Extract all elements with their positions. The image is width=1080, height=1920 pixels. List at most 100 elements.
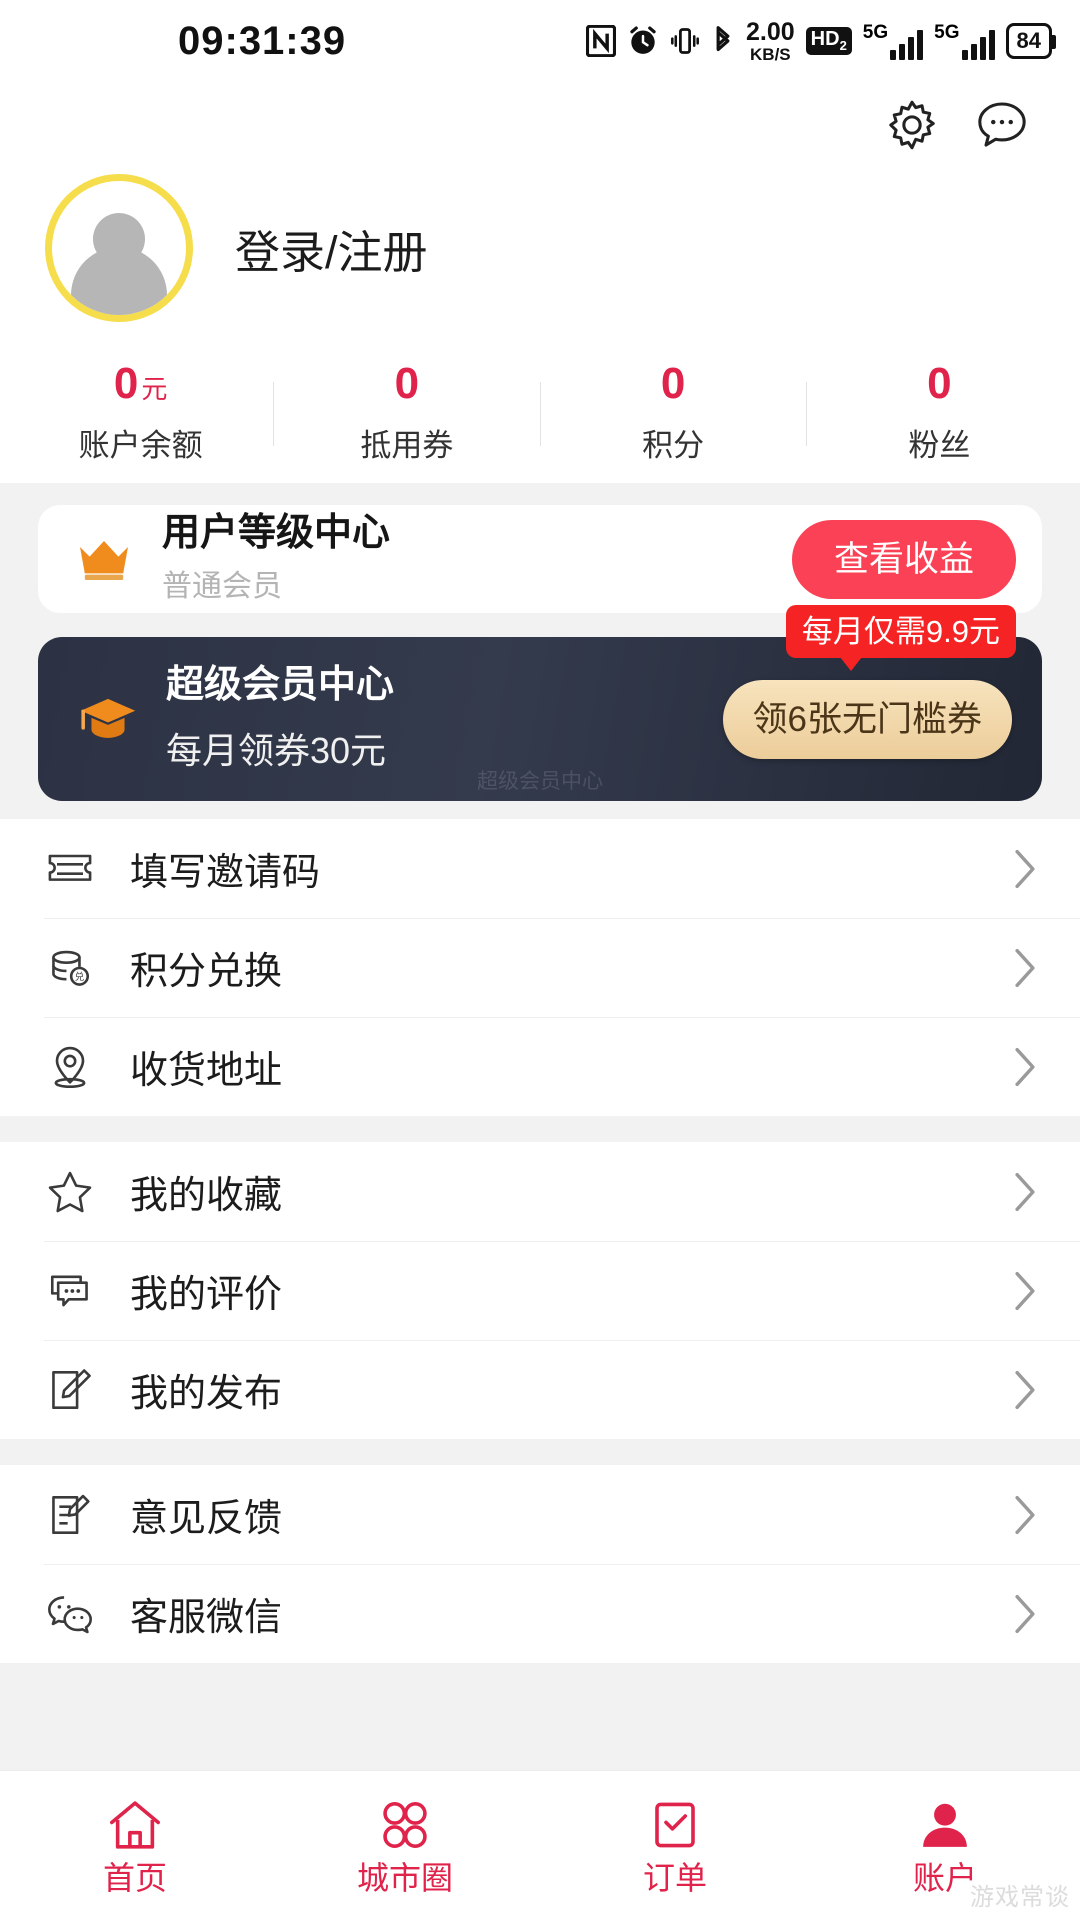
tab-city-circle-label: 城市圈 <box>356 1859 453 1896</box>
user-level-card[interactable]: 用户等级中心 普通会员 查看收益 <box>38 505 1042 613</box>
graduation-cap-icon <box>76 693 140 745</box>
bluetooth-icon <box>711 24 735 58</box>
login-register-link[interactable]: 登录/注册 <box>235 216 428 281</box>
menu-item-label: 我的发布 <box>130 1373 283 1415</box>
wechat-icon <box>44 1588 96 1640</box>
menu-item-my-favorites[interactable]: 我的收藏 <box>0 1142 1080 1241</box>
menu-item-feedback[interactable]: 意见反馈 <box>0 1465 1080 1564</box>
tab-home-label: 首页 <box>102 1859 167 1896</box>
status-bar: 09:31:39 2.00 KB/S HD2 5G 5G 84 <box>0 0 1080 82</box>
tab-orders[interactable]: 订单 <box>540 1798 810 1894</box>
bottom-tab-bar: 首页 城市圈 订单 账户 游戏常谈 <box>0 1770 1080 1920</box>
menu-item-my-reviews[interactable]: 我的评价 <box>0 1241 1080 1340</box>
stat-fans[interactable]: 0 粉丝 <box>807 362 1072 465</box>
claim-coupons-button[interactable]: 领6张无门槛券 <box>722 679 1012 759</box>
menu-item-label: 填写邀请码 <box>130 852 321 894</box>
feedback-icon <box>44 1489 96 1541</box>
signal-bars-1 <box>890 29 924 60</box>
stat-points[interactable]: 0 积分 <box>541 362 806 465</box>
battery-icon: 84 <box>1005 23 1057 59</box>
stat-fans-value: 0 <box>927 359 952 408</box>
menu-item-wechat-support[interactable]: 客服微信 <box>0 1564 1080 1663</box>
menu-item-label: 客服微信 <box>130 1597 283 1639</box>
menu-group-1: 填写邀请码 兑 积分兑换 收货地址 <box>0 819 1080 1116</box>
stat-coupon[interactable]: 0 抵用券 <box>274 362 539 465</box>
network-speed-unit: KB/S <box>750 44 791 64</box>
edit-note-icon <box>44 1364 96 1416</box>
menu-item-label: 我的评价 <box>130 1274 283 1316</box>
stats-row: 0 元 账户余额 0 抵用券 0 积分 0 粉丝 <box>0 362 1080 465</box>
chevron-right-icon <box>1012 1493 1038 1537</box>
order-icon <box>646 1798 704 1852</box>
super-vip-subtitle: 每月领券30元 <box>166 729 387 771</box>
stat-balance-value: 0 元 <box>113 359 168 408</box>
chat-bubble-icon[interactable] <box>974 97 1030 153</box>
profile-panel: 登录/注册 0 元 账户余额 0 抵用券 0 积分 0 粉丝 <box>0 82 1080 483</box>
location-pin-icon <box>44 1041 96 1093</box>
super-vip-text: 超级会员中心 每月领券30元 <box>166 664 723 774</box>
menu-item-shipping-address[interactable]: 收货地址 <box>0 1017 1080 1116</box>
menu-item-my-posts[interactable]: 我的发布 <box>0 1340 1080 1439</box>
chevron-right-icon <box>1012 1592 1038 1636</box>
menu-group-2: 我的收藏 我的评价 我的发布 <box>0 1142 1080 1439</box>
menu-item-label: 积分兑换 <box>130 951 283 993</box>
stat-points-value: 0 <box>660 359 686 408</box>
home-icon <box>106 1798 164 1852</box>
signal-bars-2 <box>961 29 995 60</box>
menu-group-3: 意见反馈 客服微信 <box>0 1465 1080 1663</box>
tab-orders-label: 订单 <box>642 1859 707 1896</box>
chevron-right-icon <box>1012 1170 1038 1214</box>
star-icon <box>44 1166 96 1218</box>
network-speed-indicator: 2.00 KB/S <box>746 17 795 64</box>
cards-zone: 用户等级中心 普通会员 查看收益 超级会员中心 每月领券30元 领6张无门槛券 … <box>0 483 1080 819</box>
stat-balance[interactable]: 0 元 账户余额 <box>8 362 273 465</box>
alarm-icon <box>627 25 659 57</box>
account-icon <box>916 1798 974 1852</box>
user-level-subtitle: 普通会员 <box>162 569 282 603</box>
stat-coupon-label: 抵用券 <box>360 428 454 463</box>
menu-item-points-exchange[interactable]: 兑 积分兑换 <box>0 918 1080 1017</box>
tab-home[interactable]: 首页 <box>0 1798 270 1894</box>
signal-5g-icon-2: 5G <box>934 21 995 60</box>
crown-icon <box>74 535 134 583</box>
nfc-icon <box>586 25 616 57</box>
status-time: 09:31:39 <box>178 18 347 63</box>
comment-icon <box>44 1265 96 1317</box>
menu-group-divider <box>0 1439 1080 1465</box>
view-income-button[interactable]: 查看收益 <box>791 519 1016 599</box>
svg-text:兑: 兑 <box>75 970 85 982</box>
user-level-text: 用户等级中心 普通会员 <box>162 512 792 605</box>
chevron-right-icon <box>1012 847 1038 891</box>
profile-row[interactable]: 登录/注册 <box>0 156 1080 322</box>
status-icons: 2.00 KB/S HD2 5G 5G 84 <box>586 0 1057 82</box>
hd-voice-icon: HD2 <box>805 27 852 55</box>
tab-city-circle[interactable]: 城市圈 <box>270 1798 540 1894</box>
coin-stack-icon: 兑 <box>44 942 96 994</box>
menu-item-label: 意见反馈 <box>130 1498 283 1540</box>
super-vip-title: 超级会员中心 <box>166 664 395 707</box>
chevron-right-icon <box>1012 1045 1038 1089</box>
circles-icon <box>376 1798 434 1852</box>
stat-points-label: 积分 <box>642 428 705 463</box>
gear-icon[interactable] <box>884 97 940 153</box>
signal-5g-icon-1: 5G <box>862 21 924 60</box>
chevron-right-icon <box>1012 946 1038 990</box>
header-actions <box>0 82 1080 156</box>
tab-account-label: 账户 <box>912 1859 977 1896</box>
vibrate-icon <box>670 25 700 57</box>
super-vip-card[interactable]: 超级会员中心 每月领券30元 领6张无门槛券 每月仅需9.9元 超级会员中心 <box>38 605 1042 801</box>
menu-item-label: 收货地址 <box>130 1050 283 1092</box>
signal-1-label: 5G <box>862 21 889 43</box>
menu-item-invite-code[interactable]: 填写邀请码 <box>0 819 1080 918</box>
stat-coupon-value: 0 <box>394 359 420 408</box>
stat-balance-label: 账户余额 <box>78 428 203 463</box>
card-watermark: 超级会员中心 <box>477 770 603 793</box>
chevron-right-icon <box>1012 1368 1038 1412</box>
price-badge: 每月仅需9.9元 <box>785 605 1016 671</box>
signal-2-label: 5G <box>934 21 960 43</box>
menu-item-label: 我的收藏 <box>130 1175 283 1217</box>
network-speed-value: 2.00 <box>746 17 795 46</box>
app-watermark: 游戏常谈 <box>970 1884 1070 1911</box>
avatar[interactable] <box>45 174 193 322</box>
ticket-icon <box>44 843 96 895</box>
